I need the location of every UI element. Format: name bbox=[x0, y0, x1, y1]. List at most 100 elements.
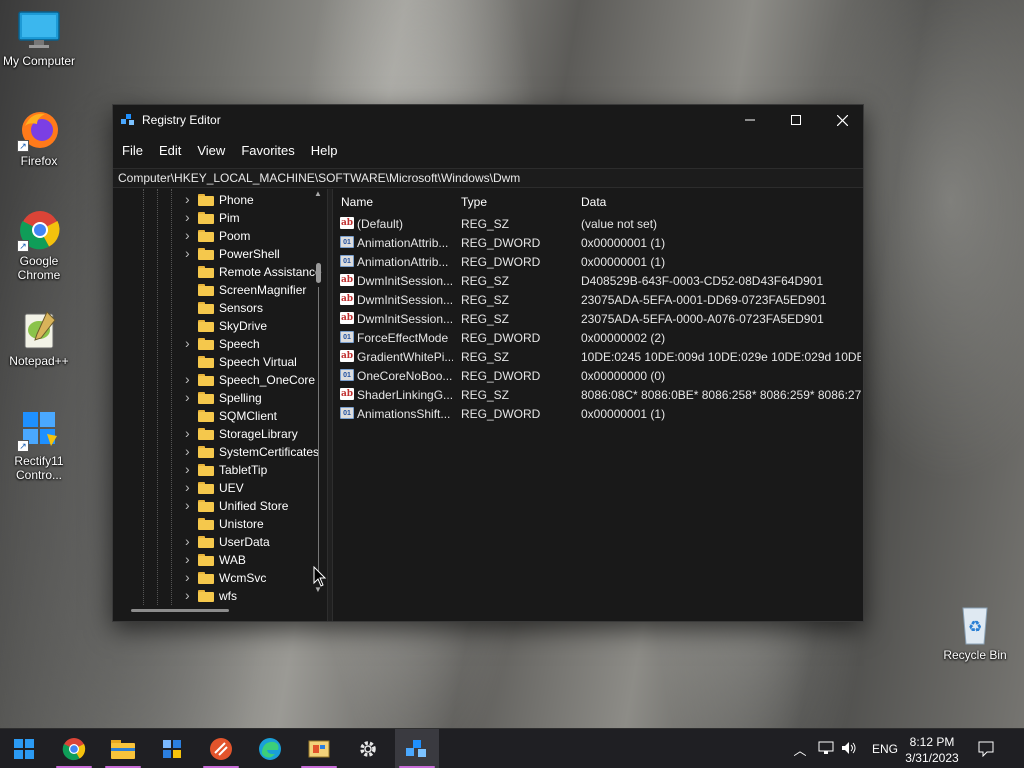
tree-node[interactable]: › SystemCertificates bbox=[113, 443, 319, 461]
chevron-right-icon[interactable]: › bbox=[185, 191, 190, 207]
desktop-icon-google-chrome[interactable]: ↗ Google Chrome bbox=[1, 208, 77, 282]
tree-node[interactable]: › Speech_OneCore bbox=[113, 371, 315, 389]
tree-node[interactable]: › TabletTip bbox=[113, 461, 313, 479]
key-tree[interactable]: › Phone › Pim › Poom › PowerShell Remote Assista… bbox=[113, 189, 327, 621]
tree-node[interactable]: › UserData bbox=[113, 533, 313, 551]
tree-node[interactable]: › WcmSvc bbox=[113, 569, 313, 587]
minimize-button[interactable] bbox=[727, 105, 773, 135]
scrollbar-thumb[interactable] bbox=[316, 263, 321, 283]
value-row[interactable]: 01 AnimationsShift... REG_DWORD 0x00000001 … bbox=[333, 404, 863, 423]
tree-node[interactable]: Sensors bbox=[113, 299, 313, 317]
value-row[interactable]: 01 AnimationAttrib... REG_DWORD 0x00000001 … bbox=[333, 252, 863, 271]
tree-node[interactable]: › PowerShell bbox=[113, 245, 313, 263]
tree-node[interactable]: › Pim bbox=[113, 209, 313, 227]
taskbar-control-panel[interactable] bbox=[297, 729, 341, 768]
column-header-data[interactable]: Data bbox=[581, 195, 606, 209]
tree-node[interactable]: › UEV bbox=[113, 479, 313, 497]
value-row[interactable]: 01 ForceEffectMode REG_DWORD 0x00000002 (2) bbox=[333, 328, 863, 347]
scroll-up-icon[interactable]: ▲ bbox=[314, 189, 322, 198]
column-header-name[interactable]: Name bbox=[341, 195, 373, 209]
taskbar-settings[interactable] bbox=[346, 729, 390, 768]
tree-node[interactable]: SkyDrive bbox=[113, 317, 313, 335]
desktop-icon-label: Rectify11 Contro... bbox=[14, 454, 64, 482]
tree-node[interactable]: ScreenMagnifier bbox=[113, 281, 313, 299]
clock[interactable]: 8:12 PM 3/31/2023 bbox=[896, 734, 968, 766]
show-hidden-icons-chevron-icon[interactable]: ︿ bbox=[790, 740, 810, 759]
tree-node[interactable]: › Phone bbox=[113, 191, 313, 209]
scrollbar-track[interactable] bbox=[318, 287, 319, 581]
folder-icon bbox=[198, 428, 214, 440]
desktop-icon-firefox[interactable]: ↗ Firefox bbox=[1, 108, 77, 168]
folder-icon bbox=[198, 446, 214, 458]
tree-node[interactable]: › Spelling bbox=[113, 389, 313, 407]
volume-icon[interactable] bbox=[838, 741, 860, 758]
value-row[interactable]: ab GradientWhitePi... REG_SZ 10DE:0245 10DE… bbox=[333, 347, 863, 366]
tree-node[interactable]: › Speech bbox=[113, 335, 313, 353]
value-data: D408529B-643F-0003-CD52-08D43F64D901 bbox=[581, 274, 824, 288]
value-row[interactable]: ab DwmInitSession... REG_SZ 23075ADA-5EFA-0… bbox=[333, 290, 863, 309]
tree-node[interactable]: › Poom bbox=[113, 227, 313, 245]
menu-view[interactable]: View bbox=[197, 143, 225, 158]
taskbar-registry-editor[interactable] bbox=[395, 729, 439, 768]
value-name: AnimationsShift... bbox=[357, 407, 451, 421]
tree-node[interactable]: Speech Virtual bbox=[113, 353, 313, 371]
chevron-right-icon[interactable]: › bbox=[185, 245, 190, 261]
value-row[interactable]: 01 AnimationAttrib... REG_DWORD 0x00000001 … bbox=[333, 233, 863, 252]
desktop-icon-recycle-bin[interactable]: ♻ Recycle Bin bbox=[937, 602, 1013, 662]
chevron-right-icon[interactable]: › bbox=[185, 335, 190, 351]
tree-node[interactable]: SQMClient bbox=[113, 407, 313, 425]
tree-node[interactable]: Unistore bbox=[113, 515, 313, 533]
chevron-right-icon[interactable]: › bbox=[185, 479, 190, 495]
menu-help[interactable]: Help bbox=[311, 143, 338, 158]
tree-node[interactable]: Remote Assistance bbox=[113, 263, 322, 281]
chevron-right-icon[interactable]: › bbox=[185, 569, 190, 585]
value-row[interactable]: ab DwmInitSession... REG_SZ D408529B-643F-0… bbox=[333, 271, 863, 290]
chevron-right-icon[interactable]: › bbox=[185, 209, 190, 225]
value-data: 0x00000001 (1) bbox=[581, 407, 666, 421]
tree-vertical-scrollbar[interactable]: ▲ ▼ bbox=[313, 189, 325, 599]
value-row[interactable]: 01 OneCoreNoBoo... REG_DWORD 0x00000000 (0) bbox=[333, 366, 863, 385]
chevron-right-icon[interactable]: › bbox=[185, 227, 190, 243]
desktop-icon-notepad-plus-plus[interactable]: Notepad++ bbox=[1, 308, 77, 368]
notification-center-button[interactable] bbox=[966, 729, 1006, 768]
language-indicator[interactable]: ENG bbox=[872, 742, 898, 756]
menu-edit[interactable]: Edit bbox=[159, 143, 181, 158]
column-header-type[interactable]: Type bbox=[461, 195, 487, 209]
chevron-right-icon[interactable]: › bbox=[185, 389, 190, 405]
taskbar-file-explorer[interactable] bbox=[101, 729, 145, 768]
desktop-icon-my-computer[interactable]: My Computer bbox=[1, 8, 77, 68]
maximize-button[interactable] bbox=[773, 105, 819, 135]
desktop-icon-rectify11[interactable]: ↗ Rectify11 Contro... bbox=[1, 408, 77, 482]
close-button[interactable] bbox=[819, 105, 865, 135]
network-icon[interactable] bbox=[814, 741, 838, 758]
menu-favorites[interactable]: Favorites bbox=[241, 143, 294, 158]
taskbar-store[interactable] bbox=[150, 729, 194, 768]
chevron-right-icon[interactable]: › bbox=[185, 371, 190, 387]
tree-node[interactable]: › WAB bbox=[113, 551, 313, 569]
registry-editor-window[interactable]: Registry Editor File Edit View Favorites… bbox=[112, 104, 864, 622]
value-name: ForceEffectMode bbox=[357, 331, 449, 345]
tree-node[interactable]: › StorageLibrary bbox=[113, 425, 313, 443]
value-row[interactable]: ab ShaderLinkingG... REG_SZ 8086:08C* 8086:… bbox=[333, 385, 863, 404]
chevron-right-icon[interactable]: › bbox=[185, 461, 190, 477]
chevron-right-icon[interactable]: › bbox=[185, 497, 190, 513]
values-list[interactable]: Name Type Data ab (Default) REG_SZ (value n… bbox=[333, 189, 863, 621]
value-row[interactable]: ab (Default) REG_SZ (value not set) bbox=[333, 214, 863, 233]
chevron-right-icon[interactable]: › bbox=[185, 551, 190, 567]
title-bar[interactable]: Registry Editor bbox=[113, 105, 863, 135]
value-type: REG_DWORD bbox=[461, 369, 541, 383]
tree-node[interactable]: › Unified Store bbox=[113, 497, 313, 515]
tree-node[interactable]: › wfs bbox=[113, 587, 313, 605]
start-button[interactable] bbox=[2, 729, 46, 768]
value-row[interactable]: ab DwmInitSession... REG_SZ 23075ADA-5EFA-0… bbox=[333, 309, 863, 328]
chevron-right-icon[interactable]: › bbox=[185, 533, 190, 549]
taskbar-chrome[interactable] bbox=[52, 729, 96, 768]
address-bar[interactable]: Computer\HKEY_LOCAL_MACHINE\SOFTWARE\Mic… bbox=[113, 168, 863, 188]
chevron-right-icon[interactable]: › bbox=[185, 587, 190, 603]
taskbar-edge[interactable] bbox=[248, 729, 292, 768]
chevron-right-icon[interactable]: › bbox=[185, 443, 190, 459]
chevron-right-icon[interactable]: › bbox=[185, 425, 190, 441]
menu-file[interactable]: File bbox=[122, 143, 143, 158]
tree-horizontal-scrollbar[interactable] bbox=[131, 609, 229, 612]
taskbar-app[interactable] bbox=[199, 729, 243, 768]
